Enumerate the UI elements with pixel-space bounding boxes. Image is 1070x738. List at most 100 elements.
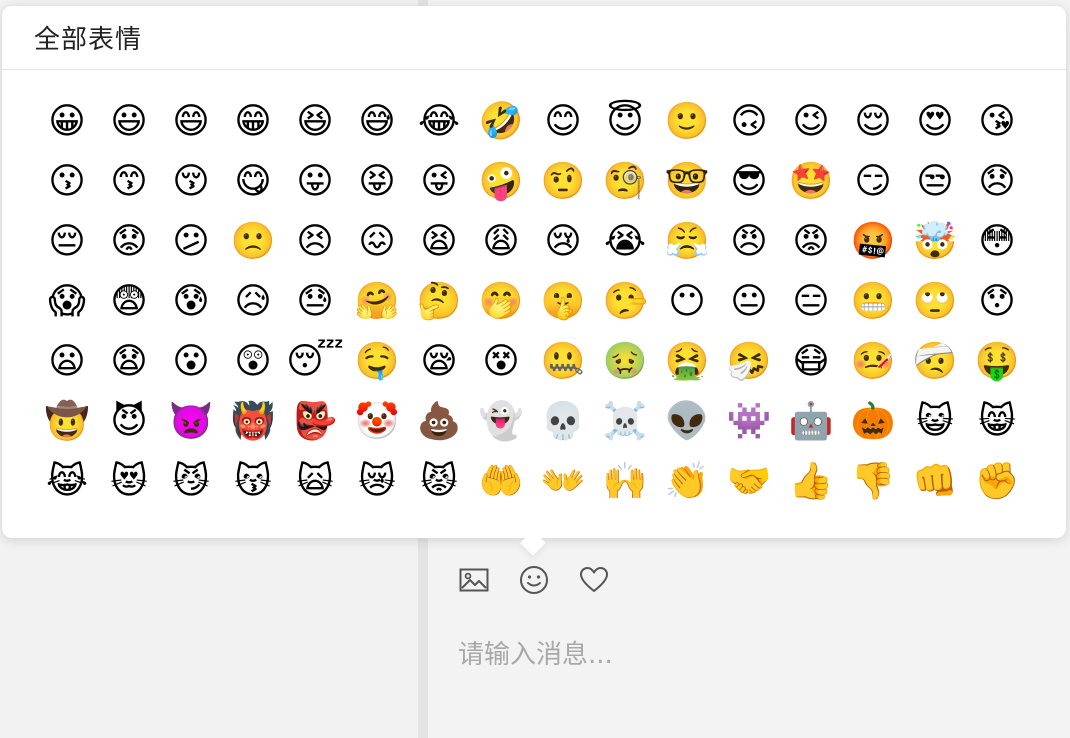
favorite-button[interactable] — [578, 564, 610, 596]
emoji-item[interactable]: 👿 — [160, 392, 222, 452]
emoji-item[interactable]: 😜 — [408, 152, 470, 212]
emoji-button[interactable] — [518, 564, 550, 596]
emoji-item[interactable]: 😯 — [966, 272, 1028, 332]
emoji-item[interactable]: 👽 — [656, 392, 718, 452]
emoji-item[interactable]: 😌 — [842, 92, 904, 152]
emoji-item[interactable]: 😽 — [222, 452, 284, 512]
emoji-item[interactable]: 😱 — [36, 272, 98, 332]
emoji-item[interactable]: 😀 — [36, 92, 98, 152]
emoji-item[interactable]: 🤪 — [470, 152, 532, 212]
emoji-item[interactable]: 😏 — [842, 152, 904, 212]
emoji-item[interactable]: 🤲 — [470, 452, 532, 512]
emoji-item[interactable]: 🤐 — [532, 332, 594, 392]
emoji-item[interactable]: 🤥 — [594, 272, 656, 332]
emoji-item[interactable]: 😝 — [346, 152, 408, 212]
emoji-item[interactable]: 🤑 — [966, 332, 1028, 392]
emoji-item[interactable]: 😍 — [904, 92, 966, 152]
emoji-item[interactable]: 😲 — [222, 332, 284, 392]
emoji-item[interactable]: 😔 — [36, 212, 98, 272]
emoji-item[interactable]: 😃 — [98, 92, 160, 152]
emoji-item[interactable]: 😹 — [36, 452, 98, 512]
emoji-item[interactable]: 😾 — [408, 452, 470, 512]
emoji-item[interactable]: 😦 — [36, 332, 98, 392]
emoji-item[interactable]: 🙂 — [656, 92, 718, 152]
emoji-item[interactable]: 😘 — [966, 92, 1028, 152]
emoji-item[interactable]: 😓 — [284, 272, 346, 332]
emoji-item[interactable]: 🤬 — [842, 212, 904, 272]
emoji-item[interactable]: 😵 — [470, 332, 532, 392]
emoji-item[interactable]: 😅 — [346, 92, 408, 152]
emoji-item[interactable]: 😣 — [284, 212, 346, 272]
emoji-item[interactable]: 🙃 — [718, 92, 780, 152]
emoji-item[interactable]: 😉 — [780, 92, 842, 152]
emoji-item[interactable]: 👐 — [532, 452, 594, 512]
emoji-item[interactable]: 😼 — [160, 452, 222, 512]
emoji-item[interactable]: 😕 — [160, 212, 222, 272]
emoji-item[interactable]: 💀 — [532, 392, 594, 452]
emoji-item[interactable]: 😶 — [656, 272, 718, 332]
emoji-item[interactable]: 😐 — [718, 272, 780, 332]
emoji-item[interactable]: 🤮 — [656, 332, 718, 392]
emoji-item[interactable]: ☠️ — [594, 392, 656, 452]
emoji-item[interactable]: 😆 — [284, 92, 346, 152]
emoji-item[interactable]: 🙀 — [284, 452, 346, 512]
emoji-item[interactable]: 🙄 — [904, 272, 966, 332]
emoji-item[interactable]: 🤖 — [780, 392, 842, 452]
emoji-item[interactable]: 🎃 — [842, 392, 904, 452]
emoji-item[interactable]: ✊ — [966, 452, 1028, 512]
emoji-item[interactable]: 🤣 — [470, 92, 532, 152]
emoji-item[interactable]: 👎 — [842, 452, 904, 512]
emoji-item[interactable]: 🧐 — [594, 152, 656, 212]
emoji-item[interactable]: 😫 — [408, 212, 470, 272]
emoji-item[interactable]: 😮 — [160, 332, 222, 392]
emoji-item[interactable]: 😛 — [284, 152, 346, 212]
emoji-item[interactable]: 🤔 — [408, 272, 470, 332]
emoji-item[interactable]: 😙 — [98, 152, 160, 212]
emoji-item[interactable]: 🤭 — [470, 272, 532, 332]
emoji-item[interactable]: 😑 — [780, 272, 842, 332]
emoji-item[interactable]: 😇 — [594, 92, 656, 152]
emoji-item[interactable]: 😚 — [160, 152, 222, 212]
emoji-item[interactable]: 👻 — [470, 392, 532, 452]
emoji-item[interactable]: 😢 — [532, 212, 594, 272]
emoji-item[interactable]: 😷 — [780, 332, 842, 392]
emoji-item[interactable]: 🙁 — [222, 212, 284, 272]
emoji-item[interactable]: 😠 — [718, 212, 780, 272]
emoji-item[interactable]: 😤 — [656, 212, 718, 272]
emoji-item[interactable]: 😖 — [346, 212, 408, 272]
emoji-item[interactable]: 😁 — [222, 92, 284, 152]
emoji-item[interactable]: 👍 — [780, 452, 842, 512]
emoji-item[interactable]: 😎 — [718, 152, 780, 212]
emoji-item[interactable]: 😨 — [98, 272, 160, 332]
emoji-item[interactable]: 😻 — [98, 452, 160, 512]
emoji-item[interactable]: 🤡 — [346, 392, 408, 452]
emoji-item[interactable]: 🤤 — [346, 332, 408, 392]
emoji-item[interactable]: 😂 — [408, 92, 470, 152]
emoji-item[interactable]: 😬 — [842, 272, 904, 332]
image-button[interactable] — [458, 564, 490, 596]
emoji-item[interactable]: 👏 — [656, 452, 718, 512]
emoji-item[interactable]: 😗 — [36, 152, 98, 212]
emoji-item[interactable]: 😋 — [222, 152, 284, 212]
emoji-item[interactable]: 😡 — [780, 212, 842, 272]
emoji-item[interactable]: 😞 — [966, 152, 1028, 212]
emoji-item[interactable]: 🤩 — [780, 152, 842, 212]
emoji-item[interactable]: 😩 — [470, 212, 532, 272]
emoji-item[interactable]: 🤯 — [904, 212, 966, 272]
emoji-item[interactable]: 😿 — [346, 452, 408, 512]
emoji-item[interactable]: 😸 — [966, 392, 1028, 452]
emoji-item[interactable]: 🤝 — [718, 452, 780, 512]
emoji-item[interactable]: 🤗 — [346, 272, 408, 332]
emoji-item[interactable]: 🤓 — [656, 152, 718, 212]
emoji-item[interactable]: 😺 — [904, 392, 966, 452]
emoji-item[interactable]: 🤢 — [594, 332, 656, 392]
emoji-item[interactable]: 😥 — [222, 272, 284, 332]
emoji-item[interactable]: 🤨 — [532, 152, 594, 212]
emoji-item[interactable]: 👾 — [718, 392, 780, 452]
emoji-item[interactable]: 👊 — [904, 452, 966, 512]
emoji-item[interactable]: 🤠 — [36, 392, 98, 452]
emoji-item[interactable]: 👹 — [222, 392, 284, 452]
emoji-item[interactable]: 😴 — [284, 332, 346, 392]
emoji-item[interactable]: 🤫 — [532, 272, 594, 332]
message-input[interactable] — [456, 630, 1050, 680]
